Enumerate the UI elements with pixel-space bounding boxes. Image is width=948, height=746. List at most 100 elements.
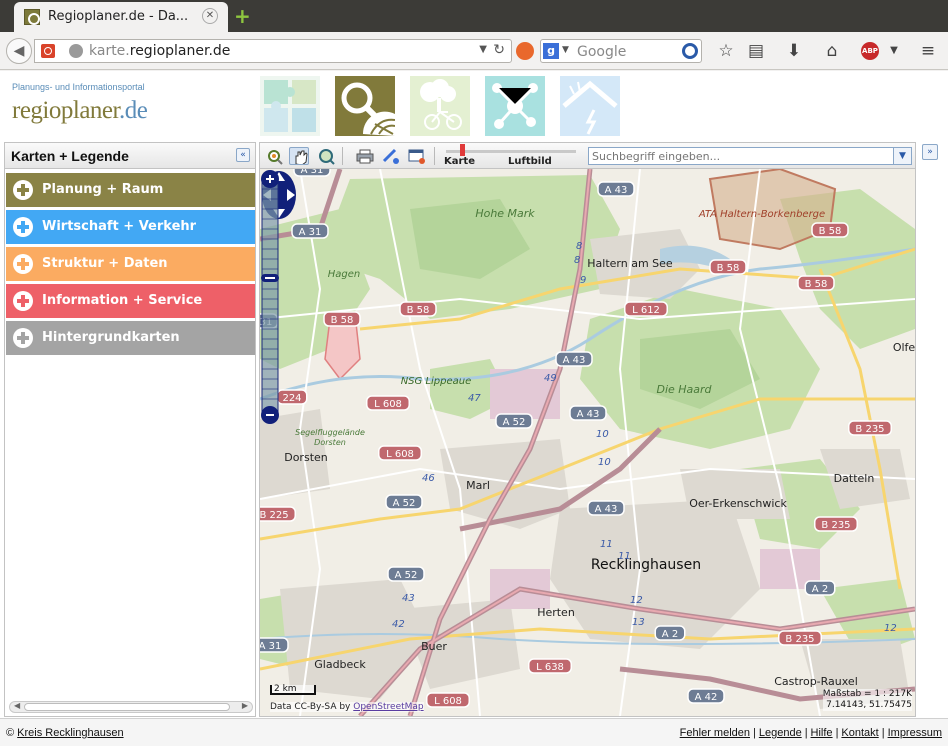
category-information-service[interactable]: Information + Service: [6, 284, 255, 318]
window-icon[interactable]: [407, 147, 427, 165]
footer-link-fehler-melden[interactable]: Fehler melden: [680, 727, 750, 739]
bookmark-star-icon[interactable]: ☆: [716, 41, 736, 61]
place-label: Herten: [537, 606, 575, 619]
category-struktur-daten[interactable]: Struktur + Daten: [6, 247, 255, 281]
map-canvas[interactable]: Hohe Mark ATA Haltern-Borkenberge Haltern …: [260, 169, 915, 716]
road-shield: A 42: [687, 688, 725, 704]
road-shield: A 52: [495, 413, 533, 429]
scroll-left-icon[interactable]: ◀: [14, 701, 20, 710]
zoom-box-icon[interactable]: [265, 147, 285, 165]
layer-luftbild-label[interactable]: Luftbild: [508, 156, 552, 167]
zoom-extent-icon[interactable]: [317, 147, 337, 165]
place-label: ATA Haltern-Borkenberge: [698, 209, 825, 220]
exit-number: 11: [618, 551, 631, 562]
theme-energy-house-icon[interactable]: [560, 76, 620, 136]
search-icon[interactable]: [682, 43, 698, 59]
expand-plus-icon[interactable]: [13, 217, 33, 237]
search-dropdown-icon[interactable]: ▼: [893, 148, 911, 164]
place-label: Haltern am See: [587, 257, 673, 270]
browser-search-bar[interactable]: g ▼ Google: [540, 39, 702, 63]
zoom-slider[interactable]: [260, 169, 280, 425]
addon-icon[interactable]: [516, 42, 534, 60]
road-shield: L 608: [378, 445, 422, 461]
svg-text:B 58: B 58: [407, 305, 430, 316]
collapse-right-icon[interactable]: »: [922, 144, 938, 160]
place-label: Dorsten: [284, 451, 328, 464]
svg-text:B 225: B 225: [260, 510, 289, 521]
theme-puzzle-icon[interactable]: [260, 76, 320, 136]
reading-list-icon[interactable]: ▤: [746, 41, 766, 61]
place-label: Hagen: [328, 269, 361, 280]
layer-opacity-slider[interactable]: [446, 150, 576, 153]
svg-text:L 608: L 608: [386, 449, 414, 460]
place-label: Gladbeck: [314, 658, 366, 671]
expand-plus-icon[interactable]: [13, 328, 33, 348]
sidebar-horizontal-scrollbar[interactable]: ◀ ▶: [9, 701, 253, 713]
exit-number: 12: [630, 595, 643, 606]
category-hintergrundkarten[interactable]: Hintergrundkarten: [6, 321, 255, 355]
map-tiles[interactable]: Hohe Mark ATA Haltern-Borkenberge Haltern …: [260, 169, 915, 716]
theme-bike-icon[interactable]: [410, 76, 470, 136]
road-shield: B 235: [778, 630, 822, 646]
footer-link-kontakt[interactable]: Kontakt: [841, 727, 878, 739]
road-shield: B 58: [709, 259, 747, 275]
road-shield: B 235: [848, 420, 892, 436]
back-arrow-icon[interactable]: ◀: [6, 38, 32, 64]
footer-link-hilfe[interactable]: Hilfe: [811, 727, 833, 739]
theme-planning-globe-icon[interactable]: [335, 76, 395, 136]
site-logo[interactable]: regioplaner.de: [12, 97, 148, 125]
reload-icon[interactable]: ↻: [493, 42, 505, 58]
exit-number: 8: [574, 255, 580, 266]
home-icon[interactable]: ⌂: [822, 41, 842, 61]
kreis-link[interactable]: Kreis Recklinghausen: [17, 727, 123, 739]
measure-icon[interactable]: [381, 147, 401, 165]
map-search-box[interactable]: ▼: [588, 147, 912, 165]
site-identity-icon[interactable]: [41, 44, 55, 58]
road-shield: A 43: [597, 181, 635, 197]
new-tab-icon[interactable]: +: [234, 6, 251, 26]
pan-hand-icon[interactable]: [289, 147, 309, 165]
svg-text:A 43: A 43: [605, 185, 628, 196]
exit-number: 47: [468, 393, 481, 404]
menu-icon[interactable]: ≡: [918, 41, 938, 61]
road-shield: A 52: [385, 494, 423, 510]
print-icon[interactable]: [355, 147, 375, 165]
place-label: Castrop-Rauxel: [774, 675, 858, 688]
theme-molecule-icon[interactable]: [485, 76, 545, 136]
road-shield: L 612: [624, 301, 668, 317]
category-planung-raum[interactable]: Planung + Raum: [6, 173, 255, 207]
download-icon[interactable]: ⬇: [784, 41, 804, 61]
category-wirtschaft-verkehr[interactable]: Wirtschaft + Verkehr: [6, 210, 255, 244]
close-tab-icon[interactable]: ✕: [202, 8, 218, 24]
exit-number: 10: [596, 429, 609, 440]
osm-link[interactable]: OpenStreetMap: [353, 702, 423, 712]
adblock-icon[interactable]: ABP: [861, 42, 879, 60]
adblock-dropdown-icon[interactable]: ▼: [884, 41, 904, 61]
url-dropdown-icon[interactable]: ▼: [479, 44, 487, 55]
footer-separator: |: [804, 727, 808, 739]
footer-link-impressum[interactable]: Impressum: [888, 727, 942, 739]
place-label: Buer: [421, 640, 447, 653]
expand-plus-icon[interactable]: [13, 180, 33, 200]
expand-plus-icon[interactable]: [13, 291, 33, 311]
exit-number: 10: [598, 457, 611, 468]
map-search-input[interactable]: [589, 148, 893, 164]
svg-text:224: 224: [282, 393, 301, 404]
footer-link-legende[interactable]: Legende: [759, 727, 802, 739]
url-text: karte.regioplaner.de: [89, 43, 231, 59]
footer-separator: |: [835, 727, 839, 739]
url-bar[interactable]: karte.regioplaner.de ▼ ↻: [34, 39, 512, 63]
layer-slider-handle[interactable]: [460, 144, 465, 156]
tab-title: Regioplaner.de - Da...: [48, 9, 189, 24]
scroll-right-icon[interactable]: ▶: [242, 701, 248, 710]
place-label: Datteln: [834, 472, 875, 485]
svg-text:A 43: A 43: [577, 409, 600, 420]
scrollbar-thumb[interactable]: [24, 703, 230, 711]
search-engine-dropdown-icon[interactable]: ▼: [562, 45, 569, 55]
collapse-left-icon[interactable]: «: [236, 148, 250, 162]
road-shield: B 225: [260, 506, 296, 522]
browser-tab[interactable]: Regioplaner.de - Da... ✕: [14, 2, 228, 32]
layer-karte-label[interactable]: Karte: [444, 156, 475, 167]
road-shield: A 43: [569, 405, 607, 421]
expand-plus-icon[interactable]: [13, 254, 33, 274]
